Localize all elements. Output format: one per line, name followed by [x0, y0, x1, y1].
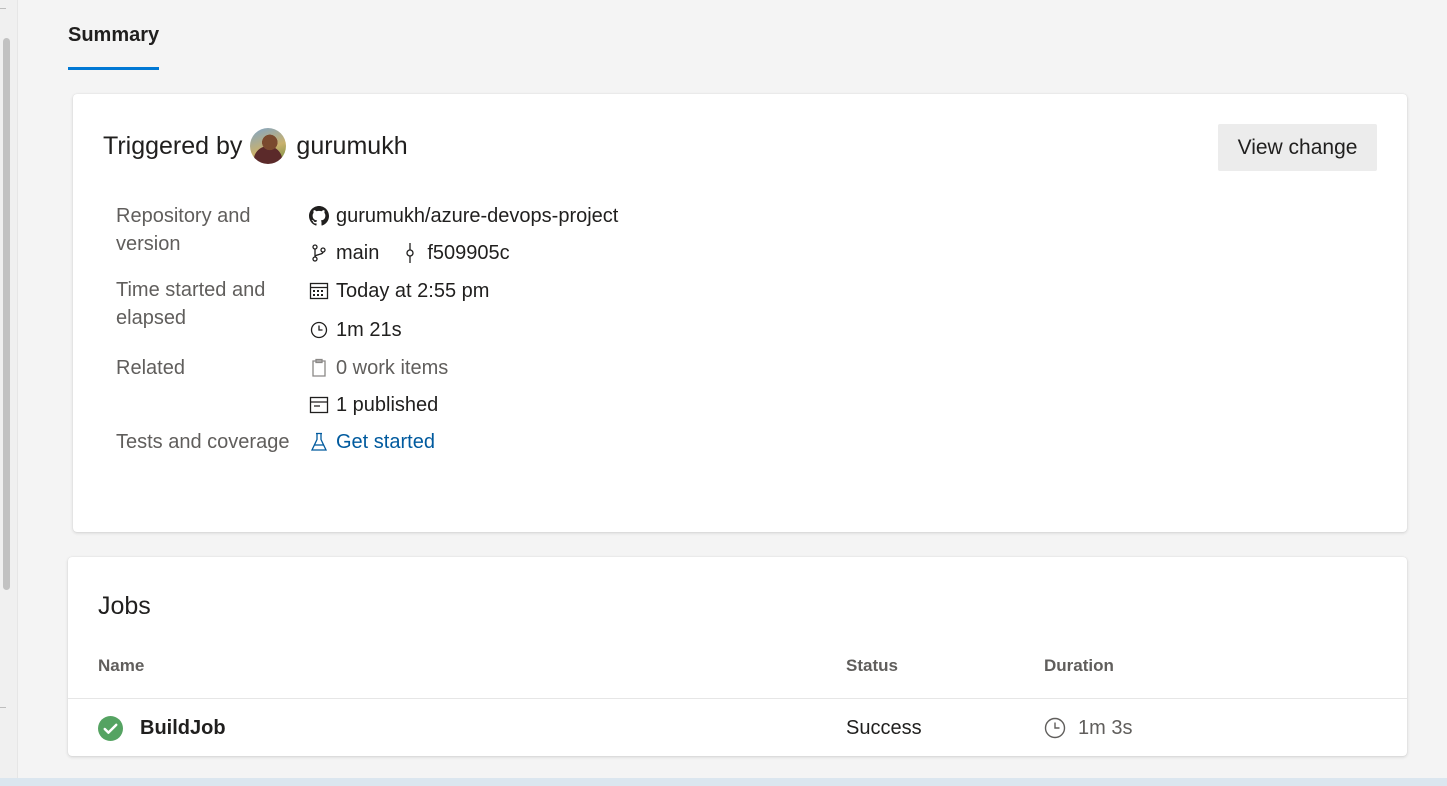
github-icon: [308, 205, 330, 227]
flask-icon: [308, 431, 330, 453]
table-row[interactable]: BuildJob Success 1m 3s: [68, 699, 1407, 756]
published-value: 1 published: [336, 394, 439, 416]
job-status: Success: [846, 717, 922, 739]
tab-summary[interactable]: Summary: [68, 22, 160, 70]
tab-active-indicator: [68, 67, 160, 70]
rail-tick: [0, 8, 6, 9]
left-scrollbar[interactable]: [0, 0, 18, 786]
version-info: main f509905c: [308, 239, 510, 267]
artifacts-published[interactable]: 1 published: [308, 391, 438, 419]
column-header-name: Name: [98, 656, 145, 675]
triggered-by-label: Triggered by: [103, 131, 243, 160]
tests-get-started[interactable]: Get started: [308, 428, 435, 456]
branch-icon: [308, 242, 330, 264]
bottom-edge: [0, 778, 1447, 786]
clock-icon: [308, 319, 330, 341]
success-check-icon: [98, 715, 123, 741]
commit-icon: [399, 242, 421, 264]
get-started-link[interactable]: Get started: [336, 428, 435, 456]
pipeline-summary-page: Summary Triggered by gurumukh View chang…: [0, 0, 1447, 786]
column-header-duration: Duration: [1044, 656, 1114, 675]
repository-label: Repository and version: [116, 205, 251, 255]
time-label: Time started and elapsed: [116, 279, 266, 329]
view-change-button[interactable]: View change: [1218, 124, 1377, 171]
artifact-icon: [308, 394, 330, 416]
branch-name[interactable]: main: [336, 239, 379, 267]
work-items-value: 0 work items: [336, 357, 449, 379]
scrollbar-thumb[interactable]: [3, 38, 10, 590]
time-elapsed: 1m 21s: [308, 316, 402, 344]
summary-card: Triggered by gurumukh View change Reposi…: [73, 94, 1407, 532]
tab-summary-label: Summary: [68, 24, 160, 46]
work-item-icon: [308, 357, 330, 379]
avatar: [250, 128, 287, 164]
rail-tick: [0, 707, 6, 708]
triggered-by: Triggered by gurumukh: [103, 128, 408, 164]
triggered-user: gurumukh: [296, 131, 408, 160]
tests-label: Tests and coverage: [116, 431, 290, 453]
time-started-value: Today at 2:55 pm: [336, 280, 490, 302]
time-started: Today at 2:55 pm: [308, 277, 489, 305]
related-label: Related: [116, 357, 185, 379]
commit-id[interactable]: f509905c: [427, 239, 509, 267]
work-items: 0 work items: [308, 354, 448, 382]
calendar-icon: [308, 280, 330, 302]
repository-link[interactable]: gurumukh/azure-devops-project: [308, 202, 618, 230]
column-header-status: Status: [846, 656, 898, 675]
clock-icon: [1044, 717, 1066, 739]
job-duration: 1m 3s: [1078, 717, 1133, 739]
time-elapsed-value: 1m 21s: [336, 319, 402, 341]
jobs-card: Jobs Name Status Duration BuildJob Succe…: [68, 557, 1407, 756]
jobs-title: Jobs: [98, 592, 151, 620]
repository-name: gurumukh/azure-devops-project: [336, 205, 619, 227]
job-name-cell: BuildJob: [98, 715, 226, 741]
job-name[interactable]: BuildJob: [140, 715, 226, 741]
job-duration-cell: 1m 3s: [1044, 715, 1132, 741]
